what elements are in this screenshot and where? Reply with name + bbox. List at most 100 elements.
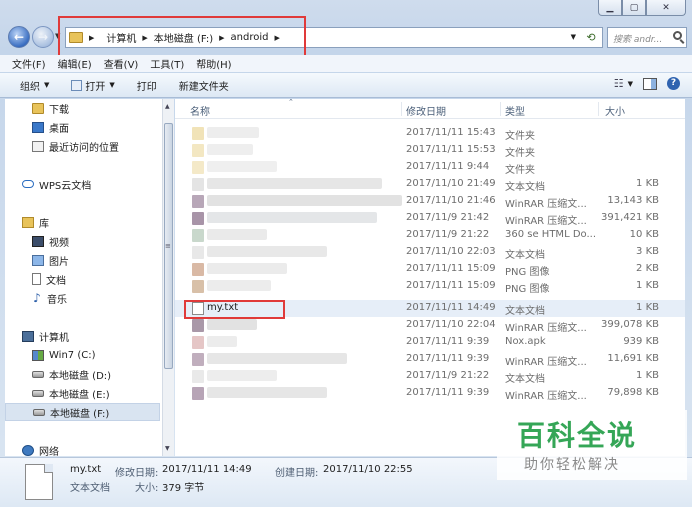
details-size-label: 大小: bbox=[135, 483, 159, 494]
details-modified-label: 修改日期: bbox=[115, 468, 159, 479]
details-file-name: my.txt bbox=[70, 464, 102, 475]
file-size: 399,078 KB bbox=[601, 319, 659, 330]
search-icon[interactable] bbox=[673, 31, 682, 40]
chevron-down-icon[interactable]: ▼ bbox=[628, 80, 633, 88]
preview-pane-icon[interactable] bbox=[643, 77, 657, 90]
table-row[interactable]: 2017/11/11 15:09 PNG 图像 2 KB bbox=[175, 261, 685, 278]
open-button[interactable]: 打开 ▼ bbox=[71, 78, 115, 93]
menu-help[interactable]: 帮助(H) bbox=[196, 56, 231, 71]
network-icon bbox=[22, 444, 34, 456]
watermark-subtitle: 助你轻松解决 bbox=[524, 457, 620, 473]
table-row[interactable]: 2017/11/10 21:46 WinRAR 压缩文... 13,143 KB bbox=[175, 193, 685, 210]
column-divider[interactable] bbox=[500, 102, 501, 116]
sidebar-item-recent[interactable]: 最近访问的位置 bbox=[5, 137, 160, 155]
drive-icon bbox=[32, 370, 44, 378]
menu-file[interactable]: 文件(F) bbox=[12, 56, 46, 71]
sidebar-item-music[interactable]: ♪ 音乐 bbox=[5, 289, 160, 307]
navigation-pane-scrollbar[interactable]: ▲ ≡ ▼ bbox=[162, 99, 174, 456]
blurred-filename bbox=[207, 387, 327, 398]
refresh-icon[interactable]: ⟲ bbox=[582, 30, 600, 45]
table-row[interactable]: 2017/11/10 22:04 WinRAR 压缩文... 399,078 K… bbox=[175, 317, 685, 334]
column-divider[interactable] bbox=[401, 102, 402, 116]
sidebar-item-desktop[interactable]: 桌面 bbox=[5, 118, 160, 136]
scroll-down-icon[interactable]: ▼ bbox=[165, 445, 170, 452]
forward-button[interactable]: → bbox=[32, 26, 54, 48]
address-dropdown-icon[interactable]: ▼ bbox=[571, 33, 576, 41]
command-bar: 组织 ▼ 打开 ▼ 打印 新建文件夹 ☷ ▼ ? bbox=[0, 73, 692, 98]
table-row[interactable]: 2017/11/11 9:39 WinRAR 压缩文... 11,691 KB bbox=[175, 351, 685, 368]
table-row[interactable]: 2017/11/11 9:39 WinRAR 压缩文... 79,898 KB bbox=[175, 385, 685, 402]
table-row[interactable]: 2017/11/11 15:09 PNG 图像 1 KB bbox=[175, 278, 685, 295]
table-row[interactable]: 2017/11/9 21:42 WinRAR 压缩文... 391,421 KB bbox=[175, 210, 685, 227]
chevron-down-icon: ▼ bbox=[44, 81, 50, 89]
new-folder-button[interactable]: 新建文件夹 bbox=[179, 78, 229, 93]
archive-icon bbox=[192, 195, 204, 208]
menu-edit[interactable]: 编辑(E) bbox=[58, 56, 92, 71]
sidebar-item-downloads[interactable]: 下载 bbox=[5, 99, 160, 117]
view-controls: ☷ ▼ ? bbox=[614, 77, 680, 90]
column-size[interactable]: 大小 bbox=[605, 103, 625, 118]
file-type: Nox.apk bbox=[505, 336, 546, 347]
print-button[interactable]: 打印 bbox=[137, 78, 157, 93]
blurred-filename bbox=[207, 212, 377, 223]
file-date: 2017/11/10 22:04 bbox=[406, 319, 496, 330]
file-date: 2017/11/9 21:22 bbox=[406, 370, 490, 381]
file-type: 文本文档 bbox=[505, 374, 545, 385]
file-date: 2017/11/10 22:03 bbox=[406, 246, 496, 257]
maximize-button[interactable]: ▢ bbox=[622, 0, 646, 16]
sidebar-item-drive-d[interactable]: 本地磁盘 (D:) bbox=[5, 365, 160, 383]
sidebar-item-network[interactable]: 网络 bbox=[5, 441, 160, 456]
menu-view[interactable]: 查看(V) bbox=[104, 56, 139, 71]
close-button[interactable]: ✕ bbox=[646, 0, 686, 16]
table-row[interactable]: 2017/11/11 9:39 Nox.apk 939 KB bbox=[175, 334, 685, 351]
explorer-window: ▁ ▢ ✕ ← → ▼ ▶ 计算机 ▶ 本地磁盘 (F:) ▶ android ▶ ▼… bbox=[0, 0, 692, 507]
sidebar-item-drive-c[interactable]: Win7 (C:) bbox=[5, 346, 160, 364]
table-row[interactable]: 2017/11/11 9:44 文件夹 bbox=[175, 159, 685, 176]
table-row[interactable]: 2017/11/9 21:22 360 se HTML Do... 10 KB bbox=[175, 227, 685, 244]
table-row[interactable]: 2017/11/11 15:53 文件夹 bbox=[175, 142, 685, 159]
file-type: PNG 图像 bbox=[505, 284, 550, 295]
apk-file-icon bbox=[192, 336, 204, 349]
column-date[interactable]: 修改日期 bbox=[406, 103, 446, 118]
file-date: 2017/11/11 9:39 bbox=[406, 353, 490, 364]
column-name[interactable]: 名称 bbox=[190, 103, 210, 118]
search-input[interactable]: 搜索 andr... bbox=[607, 27, 687, 48]
minimize-button[interactable]: ▁ bbox=[598, 0, 622, 16]
table-row[interactable]: 2017/11/9 21:22 文本文档 1 KB bbox=[175, 368, 685, 385]
window-controls: ▁ ▢ ✕ bbox=[598, 0, 686, 16]
sidebar-item-computer[interactable]: 计算机 bbox=[5, 327, 160, 345]
scroll-up-icon[interactable]: ▲ bbox=[165, 103, 170, 110]
view-options-icon[interactable]: ☷ bbox=[614, 77, 624, 90]
details-created-label: 创建日期: bbox=[275, 468, 319, 479]
sidebar-item-wps-cloud[interactable]: WPS云文档 bbox=[5, 175, 160, 193]
back-button[interactable]: ← bbox=[8, 26, 30, 48]
sidebar-item-documents[interactable]: 文档 bbox=[5, 270, 160, 288]
organize-button[interactable]: 组织 ▼ bbox=[20, 78, 49, 93]
file-type: WinRAR 压缩文... bbox=[505, 199, 587, 210]
file-list: 名称 ⌃ 修改日期 类型 大小 2017/11/11 15:43 文件夹 201… bbox=[175, 99, 685, 456]
file-type: 文本文档 bbox=[505, 306, 545, 317]
file-size: 391,421 KB bbox=[601, 212, 659, 223]
blurred-filename bbox=[207, 353, 347, 364]
sidebar-item-videos[interactable]: 视频 bbox=[5, 232, 160, 250]
sidebar-item-drive-e[interactable]: 本地磁盘 (E:) bbox=[5, 384, 160, 402]
table-row[interactable]: 2017/11/10 21:49 文本文档 1 KB bbox=[175, 176, 685, 193]
sidebar-item-pictures[interactable]: 图片 bbox=[5, 251, 160, 269]
file-date: 2017/11/11 9:39 bbox=[406, 336, 490, 347]
file-type: 文本文档 bbox=[505, 182, 545, 193]
sidebar-item-drive-f[interactable]: 本地磁盘 (F:) bbox=[5, 403, 160, 421]
table-row[interactable]: 2017/11/10 22:03 文本文档 3 KB bbox=[175, 244, 685, 261]
pictures-icon bbox=[32, 254, 44, 266]
sidebar-item-libraries[interactable]: 库 bbox=[5, 213, 160, 231]
blurred-filename bbox=[207, 319, 257, 330]
file-date: 2017/11/11 9:44 bbox=[406, 161, 490, 172]
column-divider[interactable] bbox=[598, 102, 599, 116]
folder-icon bbox=[192, 161, 204, 174]
column-type[interactable]: 类型 bbox=[505, 103, 525, 118]
table-row[interactable]: 2017/11/11 15:43 文件夹 bbox=[175, 125, 685, 142]
documents-icon bbox=[32, 273, 41, 285]
menu-tools[interactable]: 工具(T) bbox=[150, 56, 184, 71]
navigation-pane: 下载 桌面 最近访问的位置 WPS云文档 库 视频 图片 文档 ♪ 音乐 计算机 … bbox=[5, 99, 162, 456]
blurred-filename bbox=[207, 195, 402, 206]
help-icon[interactable]: ? bbox=[667, 77, 680, 90]
